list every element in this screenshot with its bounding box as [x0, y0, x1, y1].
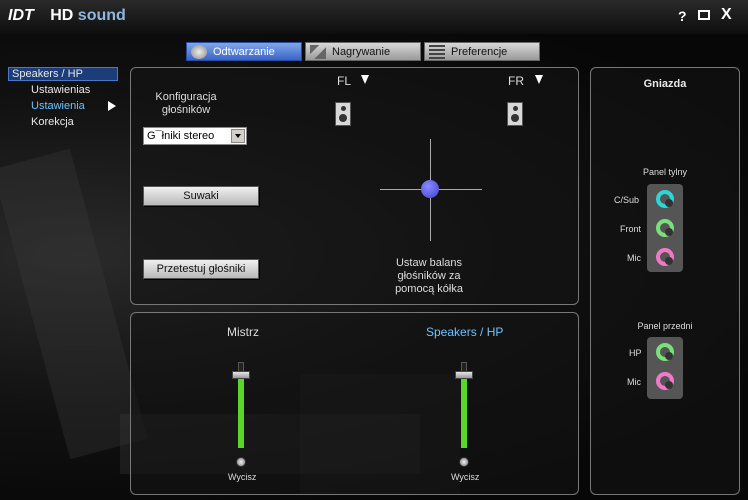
front-jack-label-mic: Mic	[627, 377, 641, 387]
tab-recording[interactable]: Nagrywanie	[305, 42, 421, 61]
app-brand: IDT HD sound	[8, 7, 126, 25]
minimize-icon[interactable]	[698, 10, 710, 20]
tab-preferences-label: Preferencje	[451, 45, 508, 58]
device-volume-label: Speakers / HP	[426, 325, 504, 339]
device-mute-label: Wycisz	[451, 472, 480, 482]
chevron-down-icon[interactable]	[231, 129, 245, 143]
jack-csub-icon[interactable]	[656, 190, 674, 208]
front-panel-title: Panel przedni	[637, 321, 693, 331]
rear-jack-label-front: Front	[620, 224, 642, 234]
sidebar-device[interactable]: Speakers / HP	[8, 67, 118, 81]
master-slider-fill	[238, 375, 244, 448]
app-title-sound: sound	[77, 7, 126, 24]
front-jack-label-hp: HP	[629, 348, 642, 358]
fr-arrow-icon[interactable]	[535, 75, 543, 84]
speaker-config-value: G¯łniki stereo	[147, 130, 215, 142]
sidebar-item-korekcja[interactable]: Korekcja	[31, 116, 74, 128]
tab-playback[interactable]: Odtwarzanie	[186, 42, 302, 61]
list-icon	[429, 44, 445, 59]
tab-preferences[interactable]: Preferencje	[424, 42, 540, 61]
microphone-icon	[310, 44, 326, 59]
expand-arrow-icon	[108, 101, 116, 111]
help-button[interactable]: ?	[678, 8, 687, 24]
config-title: Konfiguracja głośników	[155, 91, 217, 116]
fr-label: FR	[508, 74, 524, 88]
master-slider-thumb[interactable]	[232, 371, 250, 379]
tab-recording-label: Nagrywanie	[332, 45, 391, 58]
master-label: Mistrz	[227, 325, 259, 339]
master-mute-button[interactable]	[236, 457, 246, 467]
test-speakers-button[interactable]: Przetestuj głośniki	[143, 259, 259, 279]
device-slider-fill	[461, 375, 467, 448]
jack-mic-front-icon[interactable]	[656, 372, 674, 390]
sidebar-item-ustawienias[interactable]: Ustawienias	[31, 84, 90, 96]
speaker-config-select[interactable]: G¯łniki stereo	[143, 127, 247, 145]
jack-mic-rear-icon[interactable]	[656, 248, 674, 266]
rear-jack-label-csub: C/Sub	[614, 195, 640, 205]
rear-jack-label-mic: Mic	[627, 253, 641, 263]
right-speaker-icon[interactable]	[507, 102, 523, 126]
balance-knob[interactable]	[421, 180, 439, 198]
fl-arrow-icon[interactable]	[361, 75, 369, 84]
jack-front-icon[interactable]	[656, 219, 674, 237]
left-speaker-icon[interactable]	[335, 102, 351, 126]
jack-hp-icon[interactable]	[656, 343, 674, 361]
app-title-hd: HD	[50, 7, 74, 24]
fl-label: FL	[337, 74, 352, 88]
master-mute-label: Wycisz	[228, 472, 257, 482]
speaker-icon	[191, 44, 207, 59]
device-slider-thumb[interactable]	[455, 371, 473, 379]
balance-instruction: Ustaw balans głośników za pomocą kółka	[395, 257, 463, 295]
mixer-panel	[130, 312, 579, 495]
jacks-title: Gniazda	[643, 78, 687, 90]
tab-playback-label: Odtwarzanie	[213, 45, 275, 58]
sliders-button[interactable]: Suwaki	[143, 186, 259, 206]
close-button[interactable]: X	[721, 6, 732, 24]
device-mute-button[interactable]	[459, 457, 469, 467]
jacks-panel	[590, 67, 740, 495]
rear-panel-title: Panel tylny	[642, 167, 688, 177]
sidebar-item-ustawienia[interactable]: Ustawienia	[31, 100, 85, 112]
idt-logo: IDT	[8, 7, 34, 24]
